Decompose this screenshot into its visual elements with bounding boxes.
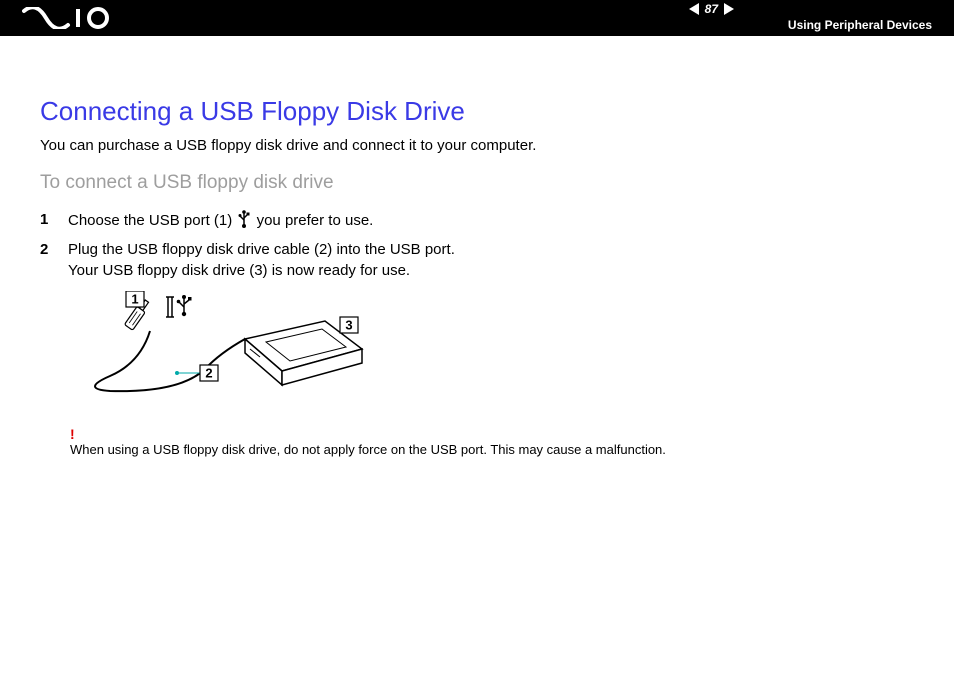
- warning-text: When using a USB floppy disk drive, do n…: [70, 442, 914, 457]
- page-content: Connecting a USB Floppy Disk Drive You c…: [0, 36, 954, 457]
- procedure-title: To connect a USB floppy disk drive: [40, 172, 914, 194]
- step-1-text-a: Choose the USB port (1): [68, 212, 236, 229]
- next-page-icon[interactable]: [724, 3, 734, 15]
- connection-diagram: 1 2 3: [70, 291, 914, 416]
- steps-list: Choose the USB port (1) you prefer to us…: [40, 210, 914, 281]
- page-title: Connecting a USB Floppy Disk Drive: [40, 96, 914, 127]
- page-number: 87: [705, 2, 718, 16]
- warning-note: ! When using a USB floppy disk drive, do…: [70, 426, 914, 457]
- prev-page-icon[interactable]: [689, 3, 699, 15]
- step-2-line-1: Plug the USB floppy disk drive cable (2)…: [68, 241, 455, 258]
- page-navigation: 87: [689, 2, 734, 16]
- intro-paragraph: You can purchase a USB floppy disk drive…: [40, 137, 914, 154]
- warning-icon: !: [70, 426, 914, 442]
- vaio-logo: [22, 7, 114, 29]
- diagram-label-2: 2: [205, 365, 212, 380]
- diagram-label-1: 1: [131, 291, 138, 306]
- step-1: Choose the USB port (1) you prefer to us…: [40, 210, 914, 234]
- step-2-line-2: Your USB floppy disk drive (3) is now re…: [68, 262, 410, 279]
- step-2: Plug the USB floppy disk drive cable (2)…: [40, 240, 914, 281]
- header-bar: 87 Using Peripheral Devices: [0, 0, 954, 36]
- diagram-label-3: 3: [345, 317, 352, 332]
- section-title: Using Peripheral Devices: [788, 18, 932, 32]
- step-1-text-b: you prefer to use.: [257, 212, 374, 229]
- usb-icon: [238, 210, 250, 234]
